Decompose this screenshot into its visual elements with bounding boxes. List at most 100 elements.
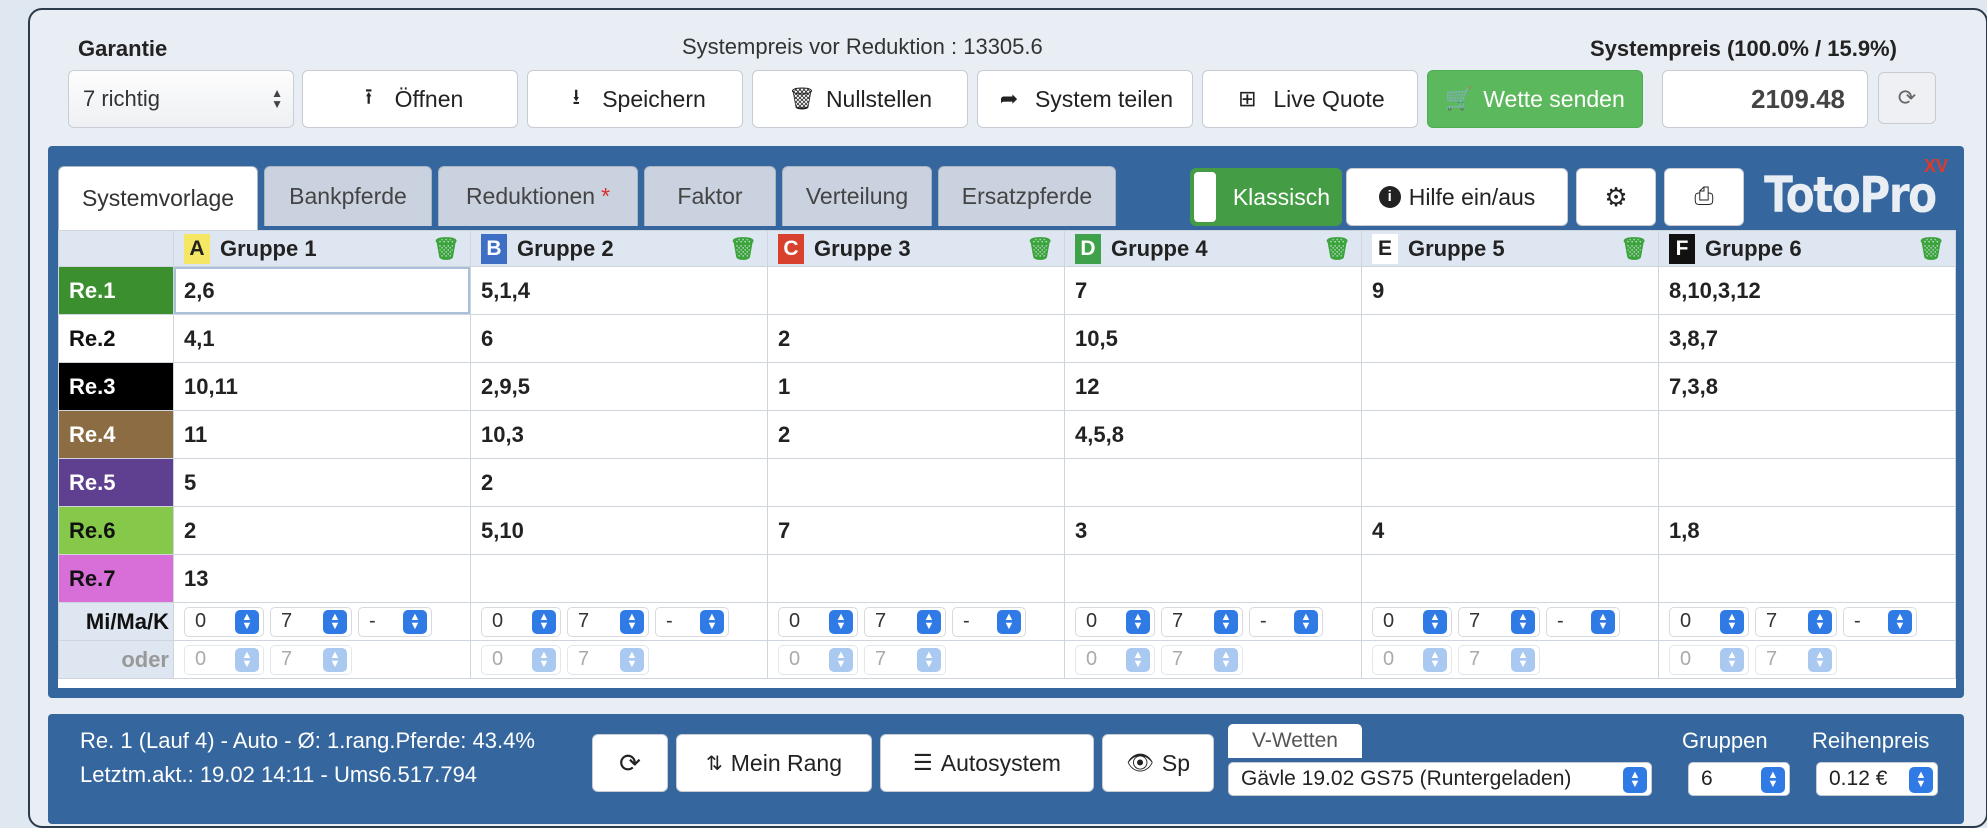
min-max-stepper[interactable]: 0 ▲ ▼ xyxy=(481,644,561,675)
horse-cell[interactable]: 7,3,8 xyxy=(1658,362,1956,411)
klassisch-toggle[interactable]: Klassisch xyxy=(1190,168,1342,226)
horse-cell[interactable] xyxy=(1361,314,1659,363)
gruppen-select[interactable]: 6 ▲ ▼ xyxy=(1688,762,1790,796)
min-max-stepper[interactable]: 0 ▲ ▼ xyxy=(481,606,561,637)
tab-bankpferde[interactable]: Bankpferde xyxy=(264,166,432,226)
share-system-button[interactable]: ➦ System teilen xyxy=(977,70,1193,128)
help-toggle-button[interactable]: i Hilfe ein/aus xyxy=(1346,168,1568,226)
min-max-stepper[interactable]: 7 ▲ ▼ xyxy=(567,644,649,675)
trash-icon[interactable]: 🗑 xyxy=(1323,236,1351,262)
horse-cell[interactable]: 5,10 xyxy=(470,506,768,555)
min-max-stepper[interactable]: 7 ▲ ▼ xyxy=(567,606,649,637)
autosystem-button[interactable]: ☰ Autosystem xyxy=(880,734,1094,792)
race-select[interactable]: Gävle 19.02 GS75 (Runtergeladen) ▲ ▼ xyxy=(1228,762,1652,796)
min-max-stepper[interactable]: 0 ▲ ▼ xyxy=(1669,644,1749,675)
min-max-stepper[interactable]: - ▲ ▼ xyxy=(655,606,729,637)
min-max-stepper[interactable]: 0 ▲ ▼ xyxy=(1075,606,1155,637)
garantie-select[interactable]: 7 richtig ▲ ▼ xyxy=(68,70,294,128)
min-max-stepper[interactable]: 0 ▲ ▼ xyxy=(184,606,264,637)
refresh-race-button[interactable]: ⟳ xyxy=(592,734,668,792)
horse-cell[interactable]: 5,1,4 xyxy=(470,266,768,315)
send-bet-button[interactable]: 🛒 Wette senden xyxy=(1427,70,1643,128)
horse-cell[interactable]: 1,8 xyxy=(1658,506,1956,555)
horse-cell[interactable]: 8,10,3,12 xyxy=(1658,266,1956,315)
trash-icon[interactable]: 🗑 xyxy=(432,236,460,262)
min-max-stepper[interactable]: 7 ▲ ▼ xyxy=(1755,644,1837,675)
min-max-stepper[interactable]: 7 ▲ ▼ xyxy=(1161,606,1243,637)
tab-faktor[interactable]: Faktor xyxy=(644,166,776,226)
min-max-stepper[interactable]: 7 ▲ ▼ xyxy=(270,644,352,675)
min-max-stepper[interactable]: - ▲ ▼ xyxy=(1843,606,1917,637)
horse-cell[interactable]: 2 xyxy=(767,410,1065,459)
horse-cell[interactable]: 4,5,8 xyxy=(1064,410,1362,459)
horse-cell[interactable]: 4,1 xyxy=(173,314,471,363)
settings-button[interactable]: ⚙ xyxy=(1576,168,1656,226)
horse-cell[interactable] xyxy=(1658,554,1956,603)
horse-cell[interactable] xyxy=(1658,458,1956,507)
min-max-stepper[interactable]: 7 ▲ ▼ xyxy=(1458,606,1540,637)
reihenpreis-select[interactable]: 0.12 € ▲ ▼ xyxy=(1816,762,1938,796)
horse-cell[interactable]: 10,11 xyxy=(173,362,471,411)
min-max-stepper[interactable]: 7 ▲ ▼ xyxy=(1161,644,1243,675)
horse-cell[interactable]: 11 xyxy=(173,410,471,459)
horse-cell[interactable]: 5 xyxy=(173,458,471,507)
horse-cell[interactable]: 2 xyxy=(173,506,471,555)
tab-verteilung[interactable]: Verteilung xyxy=(782,166,932,226)
tab-reduktionen[interactable]: Reduktionen * xyxy=(438,166,638,226)
min-max-stepper[interactable]: 0 ▲ ▼ xyxy=(778,644,858,675)
horse-cell[interactable] xyxy=(1361,554,1659,603)
horse-cell[interactable]: 2 xyxy=(767,314,1065,363)
tab-ersatzpferde[interactable]: Ersatzpferde xyxy=(938,166,1116,226)
min-max-stepper[interactable]: - ▲ ▼ xyxy=(1249,606,1323,637)
open-button[interactable]: ⭱ Öffnen xyxy=(302,70,518,128)
min-max-stepper[interactable]: 7 ▲ ▼ xyxy=(864,606,946,637)
horse-cell[interactable] xyxy=(1064,458,1362,507)
horse-cell[interactable] xyxy=(1361,410,1659,459)
min-max-stepper[interactable]: - ▲ ▼ xyxy=(952,606,1026,637)
min-max-stepper[interactable]: 7 ▲ ▼ xyxy=(864,644,946,675)
tab-v-wetten[interactable]: V-Wetten xyxy=(1228,724,1362,758)
horse-cell[interactable] xyxy=(1361,362,1659,411)
horse-cell[interactable]: 10,3 xyxy=(470,410,768,459)
horse-cell[interactable]: 13 xyxy=(173,554,471,603)
min-max-stepper[interactable]: 0 ▲ ▼ xyxy=(184,644,264,675)
min-max-stepper[interactable]: 0 ▲ ▼ xyxy=(1669,606,1749,637)
print-button[interactable]: ⎙ xyxy=(1664,168,1744,226)
horse-cell[interactable] xyxy=(470,554,768,603)
horse-cell[interactable] xyxy=(1361,458,1659,507)
min-max-stepper[interactable]: 0 ▲ ▼ xyxy=(778,606,858,637)
horse-cell[interactable]: 3,8,7 xyxy=(1658,314,1956,363)
mein-rang-button[interactable]: ⇅ Mein Rang xyxy=(676,734,872,792)
refresh-price-button[interactable]: ⟳ xyxy=(1878,72,1936,124)
save-button[interactable]: ⭳ Speichern xyxy=(527,70,743,128)
horse-cell[interactable]: 6 xyxy=(470,314,768,363)
horse-cell[interactable]: 7 xyxy=(767,506,1065,555)
horse-cell[interactable]: 2 xyxy=(470,458,768,507)
tab-systemvorlage[interactable]: Systemvorlage xyxy=(58,166,258,230)
min-max-stepper[interactable]: 0 ▲ ▼ xyxy=(1372,606,1452,637)
sp-button[interactable]: 👁 Sp xyxy=(1102,734,1214,792)
min-max-stepper[interactable]: 7 ▲ ▼ xyxy=(1755,606,1837,637)
min-max-stepper[interactable]: 0 ▲ ▼ xyxy=(1372,644,1452,675)
horse-cell[interactable]: 2,9,5 xyxy=(470,362,768,411)
trash-icon[interactable]: 🗑 xyxy=(729,236,757,262)
horse-cell[interactable] xyxy=(767,266,1065,315)
live-quote-button[interactable]: ⊞ Live Quote xyxy=(1202,70,1418,128)
reset-button[interactable]: 🗑 Nullstellen xyxy=(752,70,968,128)
trash-icon[interactable]: 🗑 xyxy=(1917,236,1945,262)
horse-cell[interactable]: 12 xyxy=(1064,362,1362,411)
trash-icon[interactable]: 🗑 xyxy=(1026,236,1054,262)
horse-cell[interactable] xyxy=(1658,410,1956,459)
min-max-stepper[interactable]: 0 ▲ ▼ xyxy=(1075,644,1155,675)
horse-cell[interactable]: 10,5 xyxy=(1064,314,1362,363)
horse-cell[interactable]: 3 xyxy=(1064,506,1362,555)
horse-cell[interactable] xyxy=(767,458,1065,507)
min-max-stepper[interactable]: - ▲ ▼ xyxy=(358,606,432,637)
horse-cell[interactable]: 7 xyxy=(1064,266,1362,315)
trash-icon[interactable]: 🗑 xyxy=(1620,236,1648,262)
min-max-stepper[interactable]: - ▲ ▼ xyxy=(1546,606,1620,637)
horse-cell[interactable]: 2,6 xyxy=(173,266,471,315)
min-max-stepper[interactable]: 7 ▲ ▼ xyxy=(270,606,352,637)
horse-cell[interactable] xyxy=(767,554,1065,603)
min-max-stepper[interactable]: 7 ▲ ▼ xyxy=(1458,644,1540,675)
